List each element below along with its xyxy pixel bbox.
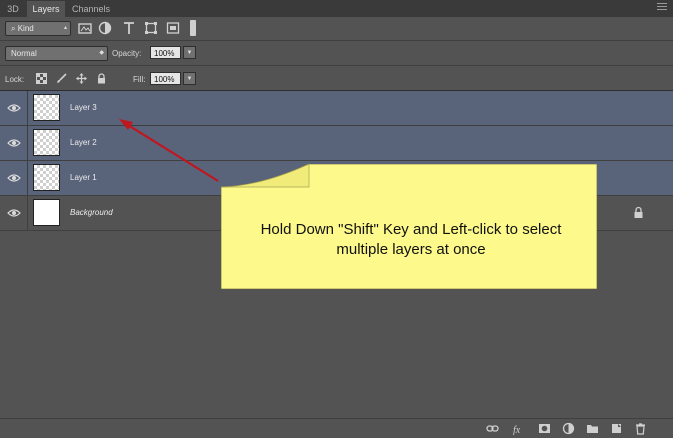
tab-channels[interactable]: Channels [68, 1, 114, 17]
tab-3d[interactable]: 3D [4, 1, 22, 17]
opacity-input[interactable]: 100% [150, 46, 181, 59]
layer-row-layer-2[interactable]: Layer 2 [0, 126, 673, 161]
layer-name[interactable]: Layer 2 [70, 138, 97, 147]
layer-thumbnail [33, 199, 60, 226]
layer-thumbnail [33, 129, 60, 156]
new-group-folder-icon[interactable] [586, 422, 599, 435]
kind-filter-dropdown[interactable]: ⌕ Kind ▴ [5, 21, 71, 36]
layer-row-layer-3[interactable]: Layer 3 [0, 91, 673, 126]
new-layer-icon[interactable] [610, 422, 623, 435]
blend-mode-value: Normal [11, 49, 37, 58]
fill-input[interactable]: 100% [150, 72, 181, 85]
search-icon: ⌕ [11, 24, 16, 33]
adjustment-layer-icon[interactable] [562, 422, 575, 435]
panel-menu-icon[interactable] [657, 3, 667, 13]
filter-toggle-switch[interactable] [190, 20, 196, 36]
svg-text:fx: fx [513, 425, 521, 435]
smart-object-filter-icon[interactable] [166, 21, 180, 35]
add-mask-icon[interactable] [538, 422, 551, 435]
lock-position-move-icon[interactable] [76, 73, 87, 84]
callout-line-1: Hold Down "Shift" Key and Left-click to … [260, 221, 562, 238]
lock-label: Lock: [5, 75, 25, 84]
fill-label: Fill: [133, 75, 146, 84]
layer-thumbnail [33, 94, 60, 121]
link-layers-icon[interactable] [486, 422, 499, 435]
filter-row: ⌕ Kind ▴ [0, 17, 673, 41]
fill-slider-button[interactable]: ▼ [183, 72, 196, 85]
fx-layer-style-icon[interactable]: fx [512, 422, 525, 435]
callout-text: Hold Down "Shift" Key and Left-click to … [226, 220, 596, 260]
blend-row: Normal ◆ Opacity: 100% ▼ [0, 41, 673, 66]
delete-layer-trash-icon[interactable] [634, 422, 647, 435]
visibility-eye-icon[interactable] [7, 137, 21, 149]
shape-filter-icon[interactable] [144, 21, 158, 35]
updown-arrows-icon: ▴ [63, 25, 67, 31]
background-lock-icon [634, 206, 643, 218]
opacity-slider-button[interactable]: ▼ [183, 46, 196, 59]
lock-image-pixels-brush-icon[interactable] [56, 73, 67, 84]
opacity-label: Opacity: [112, 49, 142, 58]
kind-filter-label: Kind [17, 24, 34, 33]
blend-mode-dropdown[interactable]: Normal ◆ [5, 46, 108, 61]
layer-thumbnail [33, 164, 60, 191]
lock-all-padlock-icon[interactable] [96, 73, 107, 84]
visibility-eye-icon[interactable] [7, 207, 21, 219]
adjustment-filter-icon[interactable] [98, 21, 112, 35]
updown-arrows-icon: ◆ [99, 50, 104, 56]
image-filter-icon[interactable] [78, 21, 92, 35]
visibility-eye-icon[interactable] [7, 172, 21, 184]
visibility-eye-icon[interactable] [7, 102, 21, 114]
lock-transparent-pixels-icon[interactable] [36, 73, 47, 84]
layer-name[interactable]: Background [70, 208, 113, 217]
panel-tab-bar: 3D Layers Channels [0, 0, 673, 17]
layer-name[interactable]: Layer 1 [70, 173, 97, 182]
layers-bottom-bar: fx [0, 418, 673, 438]
lock-row: Lock: Fill: 100% ▼ [0, 66, 673, 91]
callout-line-2: multiple layers at once [336, 241, 486, 258]
layer-name[interactable]: Layer 3 [70, 103, 97, 112]
tab-layers[interactable]: Layers [27, 1, 65, 17]
type-filter-icon[interactable] [122, 21, 136, 35]
